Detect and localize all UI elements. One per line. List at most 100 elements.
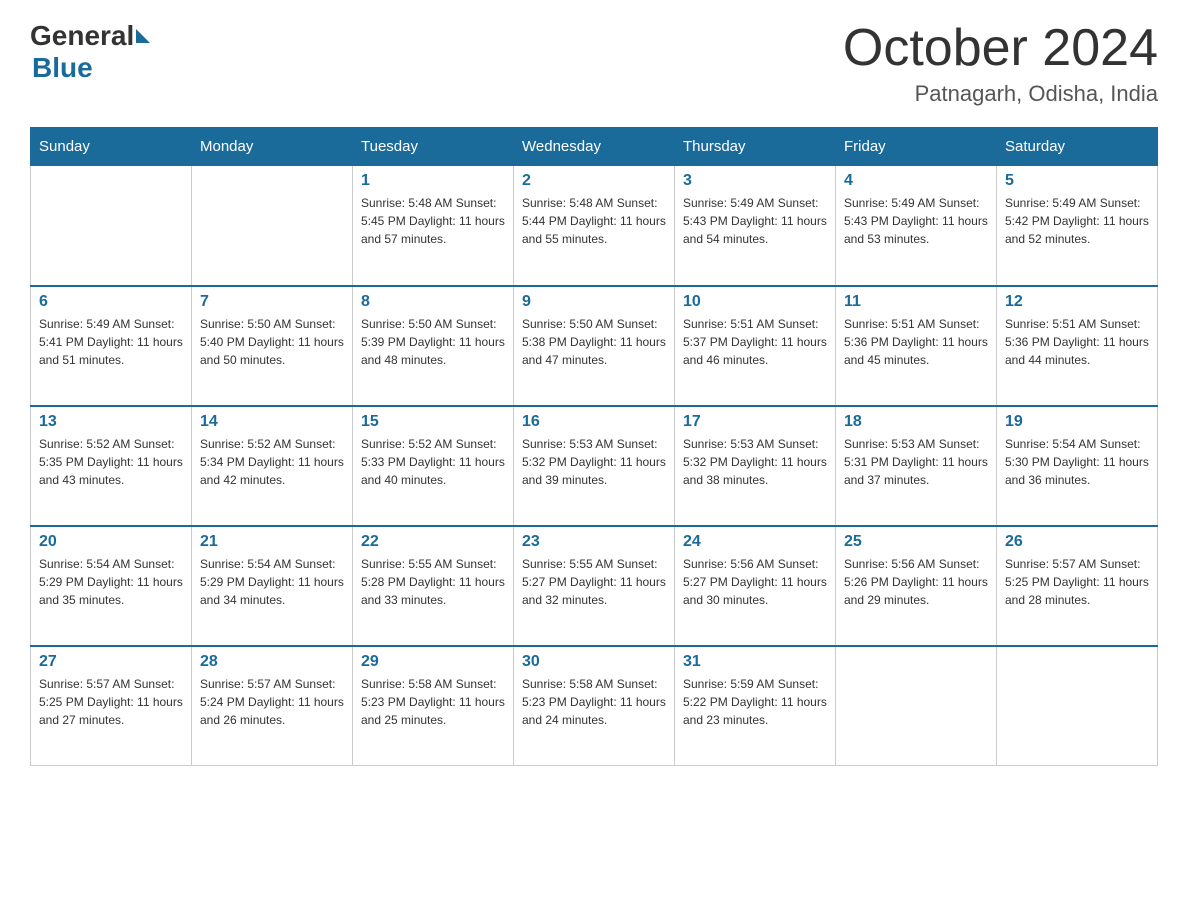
calendar-cell: 22Sunrise: 5:55 AM Sunset: 5:28 PM Dayli… [353, 526, 514, 646]
month-title: October 2024 [843, 20, 1158, 77]
day-number: 28 [200, 653, 344, 671]
day-info: Sunrise: 5:52 AM Sunset: 5:35 PM Dayligh… [39, 435, 183, 489]
day-number: 19 [1005, 413, 1149, 431]
calendar-cell: 2 Sunrise: 5:48 AM Sunset: 5:44 PM Daylig… [514, 166, 675, 286]
day-number: 7 [200, 293, 344, 311]
calendar-cell [836, 646, 997, 766]
day-info: Sunrise: 5:56 AM Sunset: 5:27 PM Dayligh… [683, 555, 827, 609]
calendar-cell: 24Sunrise: 5:56 AM Sunset: 5:27 PM Dayli… [675, 526, 836, 646]
day-info: Sunrise: 5:48 AM Sunset: 5:44 PM Dayligh… [522, 194, 666, 248]
day-number: 22 [361, 533, 505, 551]
day-info: Sunrise: 5:55 AM Sunset: 5:27 PM Dayligh… [522, 555, 666, 609]
location-title: Patnagarh, Odisha, India [843, 81, 1158, 107]
calendar-cell: 21 Sunrise: 5:54 AM Sunset: 5:29 PM Dayli… [192, 526, 353, 646]
day-number: 4 [844, 172, 988, 190]
column-header-saturday: Saturday [997, 128, 1158, 166]
calendar-cell: 19 Sunrise: 5:54 AM Sunset: 5:30 PM Dayli… [997, 406, 1158, 526]
day-info: Sunrise: 5:50 AM Sunset: 5:39 PM Dayligh… [361, 315, 505, 369]
calendar-week-row: 13 Sunrise: 5:52 AM Sunset: 5:35 PM Dayli… [31, 406, 1158, 526]
day-info: Sunrise: 5:57 AM Sunset: 5:25 PM Dayligh… [1005, 555, 1149, 609]
calendar-cell: 25Sunrise: 5:56 AM Sunset: 5:26 PM Dayli… [836, 526, 997, 646]
title-area: October 2024 Patnagarh, Odisha, India [843, 20, 1158, 107]
day-info: Sunrise: 5:52 AM Sunset: 5:34 PM Dayligh… [200, 435, 344, 489]
day-number: 21 [200, 533, 344, 551]
logo-blue-text: Blue [32, 52, 93, 84]
day-number: 20 [39, 533, 183, 551]
column-header-sunday: Sunday [31, 128, 192, 166]
calendar-week-row: 20 Sunrise: 5:54 AM Sunset: 5:29 PM Dayli… [31, 526, 1158, 646]
day-info: Sunrise: 5:51 AM Sunset: 5:36 PM Dayligh… [1005, 315, 1149, 369]
column-header-thursday: Thursday [675, 128, 836, 166]
day-number: 11 [844, 293, 988, 311]
day-number: 5 [1005, 172, 1149, 190]
calendar-cell: 28 Sunrise: 5:57 AM Sunset: 5:24 PM Dayli… [192, 646, 353, 766]
calendar-cell: 5 Sunrise: 5:49 AM Sunset: 5:42 PM Daylig… [997, 166, 1158, 286]
day-info: Sunrise: 5:53 AM Sunset: 5:31 PM Dayligh… [844, 435, 988, 489]
day-info: Sunrise: 5:54 AM Sunset: 5:30 PM Dayligh… [1005, 435, 1149, 489]
logo-general-text: General [30, 20, 134, 52]
day-info: Sunrise: 5:51 AM Sunset: 5:36 PM Dayligh… [844, 315, 988, 369]
logo-arrow-icon [136, 29, 150, 43]
day-number: 6 [39, 293, 183, 311]
day-number: 15 [361, 413, 505, 431]
calendar-cell: 16 Sunrise: 5:53 AM Sunset: 5:32 PM Dayli… [514, 406, 675, 526]
calendar-week-row: 6 Sunrise: 5:49 AM Sunset: 5:41 PM Daylig… [31, 286, 1158, 406]
day-number: 2 [522, 172, 666, 190]
logo-container: General Blue [30, 20, 150, 84]
day-info: Sunrise: 5:57 AM Sunset: 5:24 PM Dayligh… [200, 675, 344, 729]
day-number: 13 [39, 413, 183, 431]
column-header-monday: Monday [192, 128, 353, 166]
calendar-cell: 1 Sunrise: 5:48 AM Sunset: 5:45 PM Daylig… [353, 166, 514, 286]
calendar-cell: 11 Sunrise: 5:51 AM Sunset: 5:36 PM Dayli… [836, 286, 997, 406]
day-number: 3 [683, 172, 827, 190]
day-info: Sunrise: 5:52 AM Sunset: 5:33 PM Dayligh… [361, 435, 505, 489]
calendar-cell: 14Sunrise: 5:52 AM Sunset: 5:34 PM Dayli… [192, 406, 353, 526]
day-number: 12 [1005, 293, 1149, 311]
logo: General [30, 20, 150, 52]
calendar-cell: 10 Sunrise: 5:51 AM Sunset: 5:37 PM Dayli… [675, 286, 836, 406]
day-number: 31 [683, 653, 827, 671]
day-number: 16 [522, 413, 666, 431]
calendar-cell: 13 Sunrise: 5:52 AM Sunset: 5:35 PM Dayli… [31, 406, 192, 526]
day-number: 10 [683, 293, 827, 311]
day-number: 8 [361, 293, 505, 311]
column-header-tuesday: Tuesday [353, 128, 514, 166]
day-info: Sunrise: 5:49 AM Sunset: 5:43 PM Dayligh… [683, 194, 827, 248]
calendar-cell: 7 Sunrise: 5:50 AM Sunset: 5:40 PM Daylig… [192, 286, 353, 406]
calendar-cell [997, 646, 1158, 766]
column-header-friday: Friday [836, 128, 997, 166]
day-number: 23 [522, 533, 666, 551]
calendar-cell: 12 Sunrise: 5:51 AM Sunset: 5:36 PM Dayli… [997, 286, 1158, 406]
calendar-cell: 4Sunrise: 5:49 AM Sunset: 5:43 PM Daylig… [836, 166, 997, 286]
day-info: Sunrise: 5:50 AM Sunset: 5:38 PM Dayligh… [522, 315, 666, 369]
calendar-cell: 8 Sunrise: 5:50 AM Sunset: 5:39 PM Daylig… [353, 286, 514, 406]
day-info: Sunrise: 5:49 AM Sunset: 5:41 PM Dayligh… [39, 315, 183, 369]
calendar-cell: 31 Sunrise: 5:59 AM Sunset: 5:22 PM Dayli… [675, 646, 836, 766]
day-info: Sunrise: 5:51 AM Sunset: 5:37 PM Dayligh… [683, 315, 827, 369]
day-number: 25 [844, 533, 988, 551]
calendar-cell: 29Sunrise: 5:58 AM Sunset: 5:23 PM Dayli… [353, 646, 514, 766]
calendar-header-row: SundayMondayTuesdayWednesdayThursdayFrid… [31, 128, 1158, 166]
day-info: Sunrise: 5:54 AM Sunset: 5:29 PM Dayligh… [200, 555, 344, 609]
day-number: 18 [844, 413, 988, 431]
day-number: 1 [361, 172, 505, 190]
calendar-cell: 9 Sunrise: 5:50 AM Sunset: 5:38 PM Daylig… [514, 286, 675, 406]
day-info: Sunrise: 5:49 AM Sunset: 5:42 PM Dayligh… [1005, 194, 1149, 248]
day-info: Sunrise: 5:50 AM Sunset: 5:40 PM Dayligh… [200, 315, 344, 369]
calendar-cell: 6 Sunrise: 5:49 AM Sunset: 5:41 PM Daylig… [31, 286, 192, 406]
day-number: 9 [522, 293, 666, 311]
calendar-cell [31, 166, 192, 286]
column-header-wednesday: Wednesday [514, 128, 675, 166]
calendar-cell [192, 166, 353, 286]
header: General Blue October 2024 Patnagarh, Odi… [30, 20, 1158, 107]
day-info: Sunrise: 5:59 AM Sunset: 5:22 PM Dayligh… [683, 675, 827, 729]
day-info: Sunrise: 5:48 AM Sunset: 5:45 PM Dayligh… [361, 194, 505, 248]
calendar-cell: 26 Sunrise: 5:57 AM Sunset: 5:25 PM Dayli… [997, 526, 1158, 646]
calendar-week-row: 27Sunrise: 5:57 AM Sunset: 5:25 PM Dayli… [31, 646, 1158, 766]
calendar-cell: 27Sunrise: 5:57 AM Sunset: 5:25 PM Dayli… [31, 646, 192, 766]
day-number: 30 [522, 653, 666, 671]
calendar-cell: 15 Sunrise: 5:52 AM Sunset: 5:33 PM Dayli… [353, 406, 514, 526]
day-number: 17 [683, 413, 827, 431]
day-info: Sunrise: 5:53 AM Sunset: 5:32 PM Dayligh… [522, 435, 666, 489]
day-number: 26 [1005, 533, 1149, 551]
